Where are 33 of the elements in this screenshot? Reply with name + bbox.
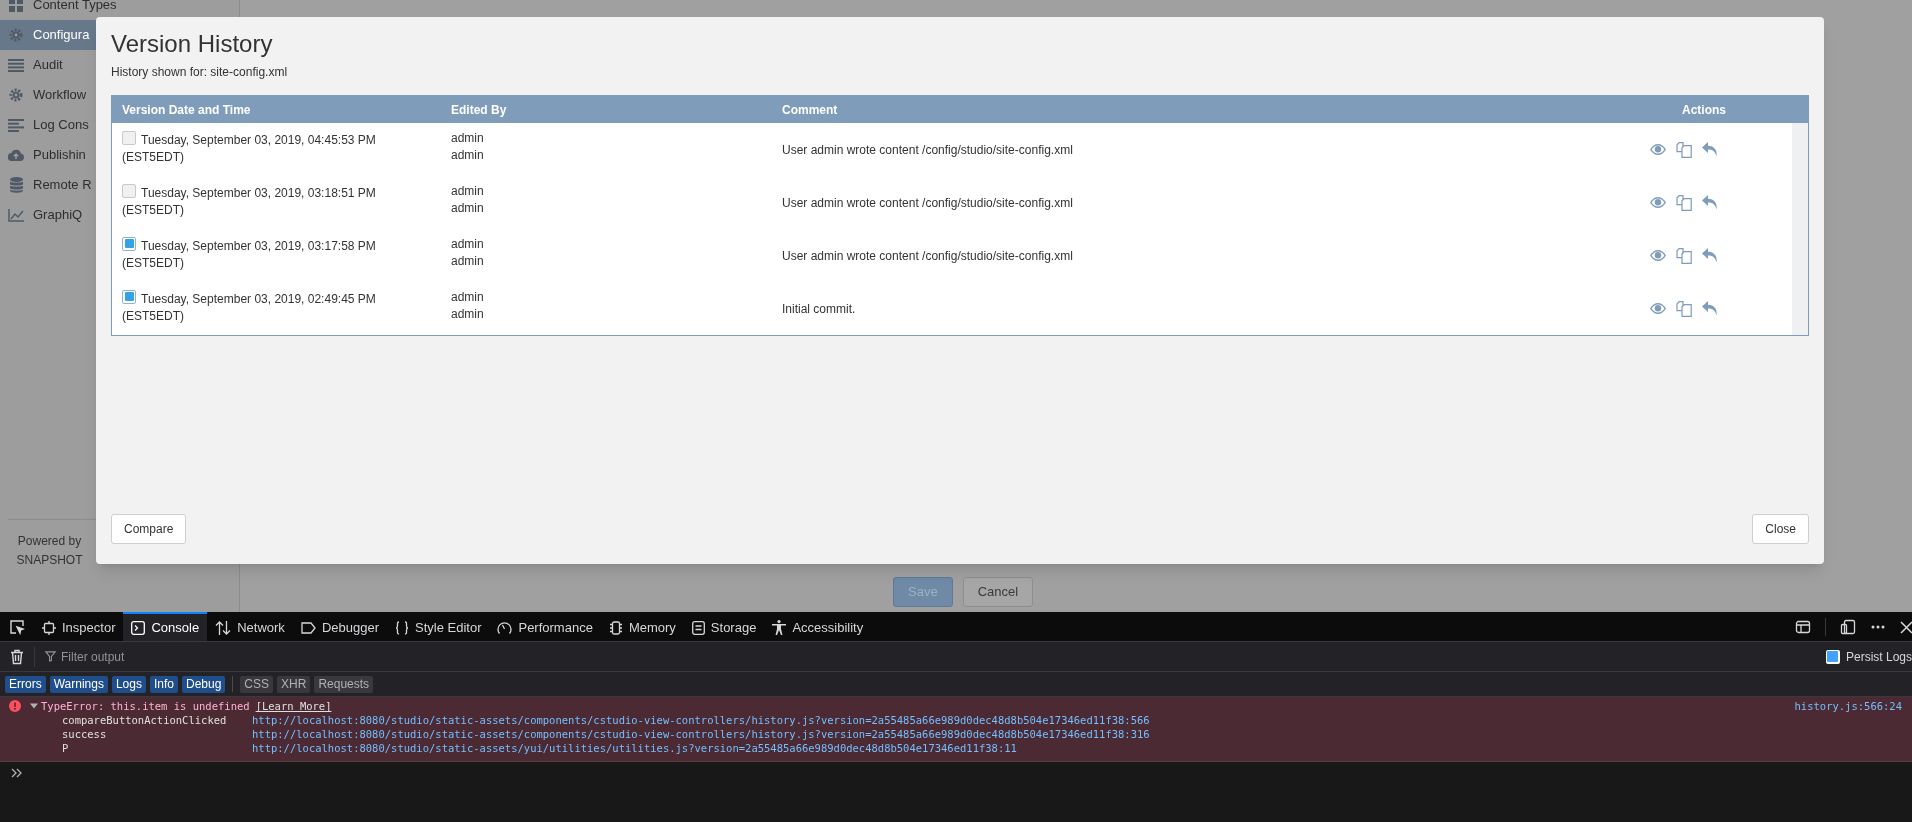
editor-name: admin xyxy=(451,130,484,147)
stack-function: P xyxy=(62,741,70,755)
time-zone: (EST5EDT) xyxy=(122,202,184,219)
stack-function: compareButtonActionClicked xyxy=(62,713,228,727)
column-header: Edited By xyxy=(450,101,508,119)
time-zone: (EST5EDT) xyxy=(122,255,184,272)
editor-name: admin xyxy=(451,289,484,306)
error-message: TypeError: this.item is undefined xyxy=(41,699,250,713)
version-date: Tuesday, September 03, 2019, 04:45:53 PM xyxy=(141,132,376,149)
version-date: Tuesday, September 03, 2019, 03:17:58 PM xyxy=(141,238,376,255)
editor-name: admin xyxy=(451,147,484,164)
editor-name: admin xyxy=(451,200,484,217)
time-zone: (EST5EDT) xyxy=(122,149,184,166)
editor-name: admin xyxy=(451,306,484,323)
dialog-title: Version History xyxy=(111,29,274,59)
stack-function: success xyxy=(62,727,108,741)
version-comment: User admin wrote content /config/studio/site-config.xml xyxy=(782,141,1073,159)
version-comment: User admin wrote content /config/studio/site-config.xml xyxy=(782,247,1073,265)
editor-name: admin xyxy=(451,236,484,253)
dialog-subtitle: History shown for: site-config.xml xyxy=(111,64,289,81)
version-comment: User admin wrote content /config/studio/site-config.xml xyxy=(782,194,1073,212)
editor-name: admin xyxy=(451,253,484,270)
version-date: Tuesday, September 03, 2019, 03:18:51 PM xyxy=(141,185,376,202)
footer-text: SNAPSHOT xyxy=(16,552,83,569)
editor-name: admin xyxy=(451,183,484,200)
persist-logs-label: Persist Logs xyxy=(1845,648,1912,666)
time-zone: (EST5EDT) xyxy=(122,308,184,325)
version-comment: Initial commit. xyxy=(782,300,856,318)
footer-text: Powered by xyxy=(17,533,82,550)
version-date: Tuesday, September 03, 2019, 02:49:45 PM xyxy=(141,291,376,308)
column-header: Comment xyxy=(781,101,839,119)
column-header: Actions xyxy=(1681,101,1727,119)
column-header: Version Date and Time xyxy=(121,101,252,119)
